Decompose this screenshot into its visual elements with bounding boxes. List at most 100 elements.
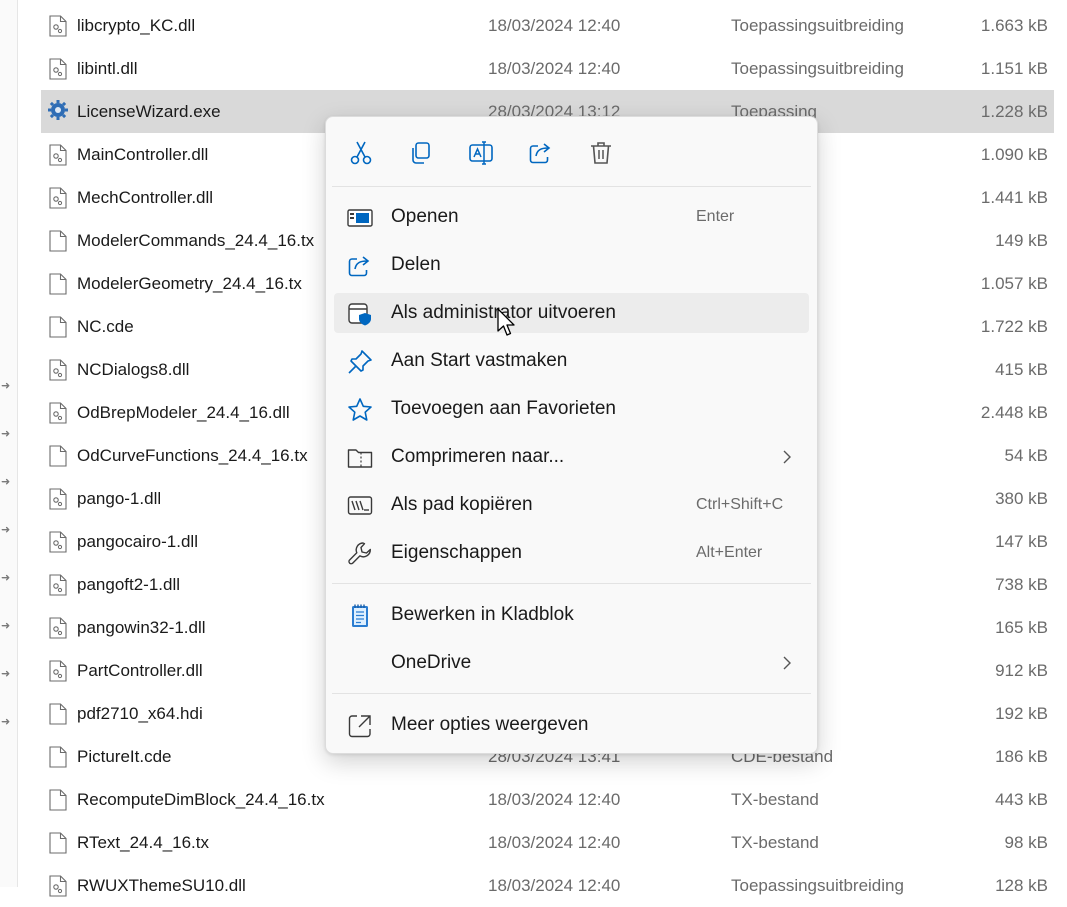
dll-file-icon — [49, 531, 67, 553]
file-name: pangowin32-1.dll — [77, 618, 206, 637]
menu-item-onedrive[interactable]: OneDrive — [334, 643, 809, 683]
menu-item-label: Bewerken in Kladblok — [391, 604, 574, 625]
file-type: TX-bestand — [731, 833, 819, 852]
file-date: 18/03/2024 12:40 — [488, 876, 621, 895]
mouse-cursor-icon — [497, 308, 515, 336]
copy-button[interactable] — [405, 137, 437, 169]
star-icon — [348, 398, 372, 421]
menu-item-shortcut: Enter — [696, 208, 735, 225]
menu-item-shortcut: Alt+Enter — [696, 544, 763, 561]
menu-item-copy-as-path[interactable]: Als pad kopiëren Ctrl+Shift+C — [334, 485, 809, 525]
pin-icon[interactable]: ➜ — [1, 573, 11, 584]
delete-button[interactable] — [585, 137, 617, 169]
file-size: 149 kB — [995, 231, 1048, 250]
pin-icon[interactable]: ➜ — [1, 429, 11, 440]
file-size: 165 kB — [995, 618, 1048, 637]
pin-icon[interactable]: ➜ — [1, 525, 11, 536]
dll-file-icon — [49, 15, 67, 37]
pin-icon[interactable]: ➜ — [1, 477, 11, 488]
menu-item-open[interactable]: Openen Enter — [334, 197, 809, 237]
file-size: 128 kB — [995, 876, 1048, 895]
file-size: 1.441 kB — [980, 188, 1048, 207]
rename-button[interactable] — [465, 137, 497, 169]
menu-item-edit-in-notepad[interactable]: Bewerken in Kladblok — [334, 595, 809, 635]
menu-item-label: Meer opties weergeven — [391, 714, 589, 735]
menu-item-label: Delen — [391, 254, 441, 275]
dll-file-icon — [49, 488, 67, 510]
file-row[interactable]: libcrypto_KC.dll 18/03/2024 12:40 Toepassi… — [41, 4, 1054, 47]
blank-file-icon — [49, 230, 67, 252]
file-name: OdBrepModeler_24.4_16.dll — [77, 403, 290, 422]
file-name: ModelerCommands_24.4_16.tx — [77, 231, 315, 250]
file-size: 738 kB — [995, 575, 1048, 594]
file-size: 98 kB — [1004, 833, 1048, 852]
context-menu: Openen Enter Delen Als administrator uit… — [325, 116, 818, 754]
file-size: 2.448 kB — [980, 403, 1048, 422]
menu-item-label: Openen — [391, 206, 459, 227]
file-row[interactable]: RecomputeDimBlock_24.4_16.tx 18/03/2024 1… — [41, 778, 1054, 821]
file-name: ModelerGeometry_24.4_16.tx — [77, 274, 302, 293]
menu-item-share[interactable]: Delen — [334, 245, 809, 285]
file-name: pango-1.dll — [77, 489, 162, 508]
menu-item-label: Comprimeren naar... — [391, 446, 565, 467]
dll-file-icon — [49, 58, 67, 80]
cut-button[interactable] — [345, 137, 377, 169]
menu-item-compress-to[interactable]: Comprimeren naar... — [334, 437, 809, 477]
dll-file-icon — [49, 574, 67, 596]
file-name: MechController.dll — [77, 188, 214, 207]
menu-separator — [332, 693, 811, 694]
blank-file-icon — [49, 273, 67, 295]
file-row[interactable]: RWUXThemeSU10.dll 18/03/2024 12:40 Toepass… — [41, 864, 1054, 907]
chevron-right-icon — [783, 656, 791, 670]
notepad-icon — [352, 604, 368, 627]
file-name: pdf2710_x64.hdi — [77, 704, 203, 723]
pin-icon[interactable]: ➜ — [1, 717, 11, 728]
file-size: 147 kB — [995, 532, 1048, 551]
pin-icon[interactable]: ➜ — [1, 621, 11, 632]
file-name: pangoft2-1.dll — [77, 575, 181, 594]
pin-icon[interactable]: ➜ — [1, 381, 11, 392]
file-name: MainController.dll — [77, 145, 209, 164]
menu-item-pin-to-start[interactable]: Aan Start vastmaken — [334, 341, 809, 381]
menu-separator — [332, 583, 811, 584]
file-row[interactable]: libintl.dll 18/03/2024 12:40 Toepassingsui… — [41, 47, 1054, 90]
delete-icon — [591, 142, 611, 164]
blank-file-icon — [49, 789, 67, 811]
share-icon — [529, 143, 551, 164]
file-row[interactable]: RText_24.4_16.tx 18/03/2024 12:40 TX-besta… — [41, 821, 1054, 864]
menu-item-add-favorites[interactable]: Toevoegen aan Favorieten — [334, 389, 809, 429]
share-button[interactable] — [525, 137, 557, 169]
file-name: libintl.dll — [77, 59, 138, 78]
blank-file-icon — [49, 445, 67, 467]
blank-file-icon — [49, 703, 67, 725]
file-name: RecomputeDimBlock_24.4_16.tx — [77, 790, 325, 809]
file-size: 54 kB — [1004, 446, 1048, 465]
file-name: NCDialogs8.dll — [77, 360, 190, 379]
menu-item-label: Eigenschappen — [391, 542, 522, 563]
file-date: 18/03/2024 12:40 — [488, 59, 621, 78]
file-size: 1.663 kB — [980, 16, 1048, 35]
file-name: RText_24.4_16.tx — [77, 833, 209, 852]
file-date: 18/03/2024 12:40 — [488, 790, 621, 809]
dll-file-icon — [49, 875, 67, 897]
file-size: 1.722 kB — [980, 317, 1048, 336]
menu-item-shortcut: Ctrl+Shift+C — [696, 496, 784, 513]
menu-item-more-options[interactable]: Meer opties weergeven — [334, 705, 809, 745]
file-size: 380 kB — [995, 489, 1048, 508]
file-type: TX-bestand — [731, 790, 819, 809]
menu-item-run-as-admin[interactable]: Als administrator uitvoeren — [334, 293, 809, 333]
dll-file-icon — [49, 402, 67, 424]
pin-icon — [348, 350, 372, 374]
file-size: 1.151 kB — [980, 59, 1048, 78]
copy-icon — [412, 142, 430, 164]
file-name: LicenseWizard.exe — [77, 102, 221, 121]
pin-icon[interactable]: ➜ — [1, 669, 11, 680]
share-icon — [348, 256, 370, 277]
menu-item-properties[interactable]: Eigenschappen Alt+Enter — [334, 533, 809, 573]
chevron-right-icon — [783, 450, 791, 464]
file-size: 1.090 kB — [980, 145, 1048, 164]
file-name: pangocairo-1.dll — [77, 532, 198, 551]
file-name: libcrypto_KC.dll — [77, 16, 196, 35]
rename-icon — [469, 141, 493, 165]
file-size: 912 kB — [995, 661, 1048, 680]
